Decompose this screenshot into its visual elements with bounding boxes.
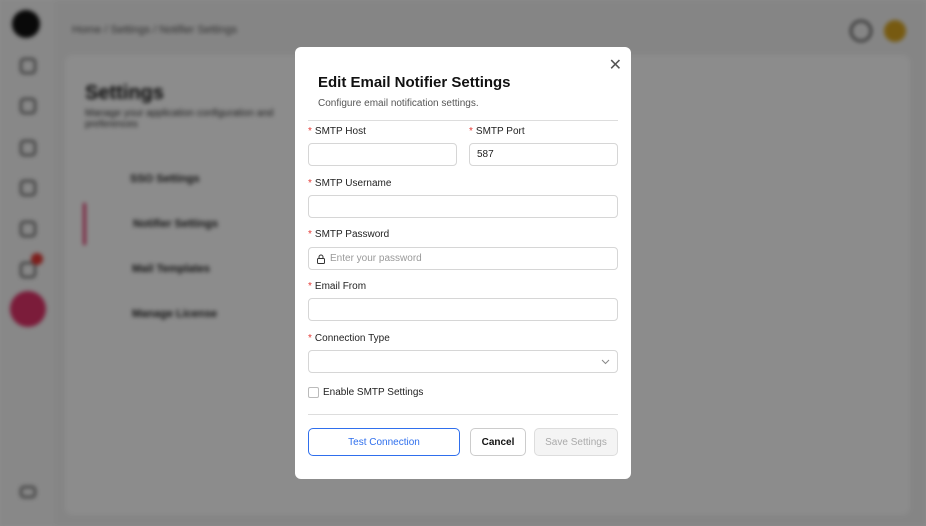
save-settings-button[interactable]: Save Settings: [534, 428, 618, 456]
smtp-username-input[interactable]: [308, 195, 618, 218]
email-from-input[interactable]: [308, 298, 618, 321]
chevron-down-icon: [601, 359, 610, 364]
email-from-label: * Email From: [308, 281, 366, 292]
lock-icon: [317, 254, 325, 264]
password-placeholder: Enter your password: [330, 253, 422, 264]
connection-type-label: * Connection Type: [308, 333, 390, 344]
enable-smtp-checkbox[interactable]: [308, 387, 319, 398]
close-icon[interactable]: ✕: [609, 55, 622, 75]
divider: [308, 120, 618, 121]
required-mark: *: [308, 178, 312, 189]
required-mark: *: [469, 126, 473, 137]
required-mark: *: [308, 333, 312, 344]
required-mark: *: [308, 229, 312, 240]
smtp-host-input[interactable]: [308, 143, 457, 166]
smtp-password-label: * SMTP Password: [308, 229, 389, 240]
label-text: SMTP Password: [314, 229, 390, 240]
required-mark: *: [308, 126, 312, 137]
edit-email-notifier-dialog: ✕ Edit Email Notifier Settings Configure…: [295, 47, 631, 479]
smtp-password-input[interactable]: Enter your password: [308, 247, 618, 270]
dialog-title: Edit Email Notifier Settings: [318, 74, 511, 91]
required-mark: *: [308, 281, 312, 292]
label-text: Connection Type: [314, 333, 390, 344]
label-text: SMTP Port: [475, 126, 525, 137]
smtp-port-label: * SMTP Port: [469, 126, 525, 137]
enable-smtp-row[interactable]: Enable SMTP Settings: [308, 387, 423, 398]
smtp-username-label: * SMTP Username: [308, 178, 391, 189]
test-connection-button[interactable]: Test Connection: [308, 428, 460, 456]
label-text: Email From: [314, 281, 367, 292]
divider: [308, 414, 618, 415]
connection-type-select[interactable]: [308, 350, 618, 373]
dialog-description: Configure email notification settings.: [318, 98, 479, 109]
smtp-host-label: * SMTP Host: [308, 126, 366, 137]
label-text: SMTP Username: [314, 178, 392, 189]
smtp-port-input[interactable]: 587: [469, 143, 618, 166]
label-text: SMTP Host: [314, 126, 366, 137]
enable-smtp-label: Enable SMTP Settings: [323, 387, 424, 398]
cancel-button[interactable]: Cancel: [470, 428, 526, 456]
